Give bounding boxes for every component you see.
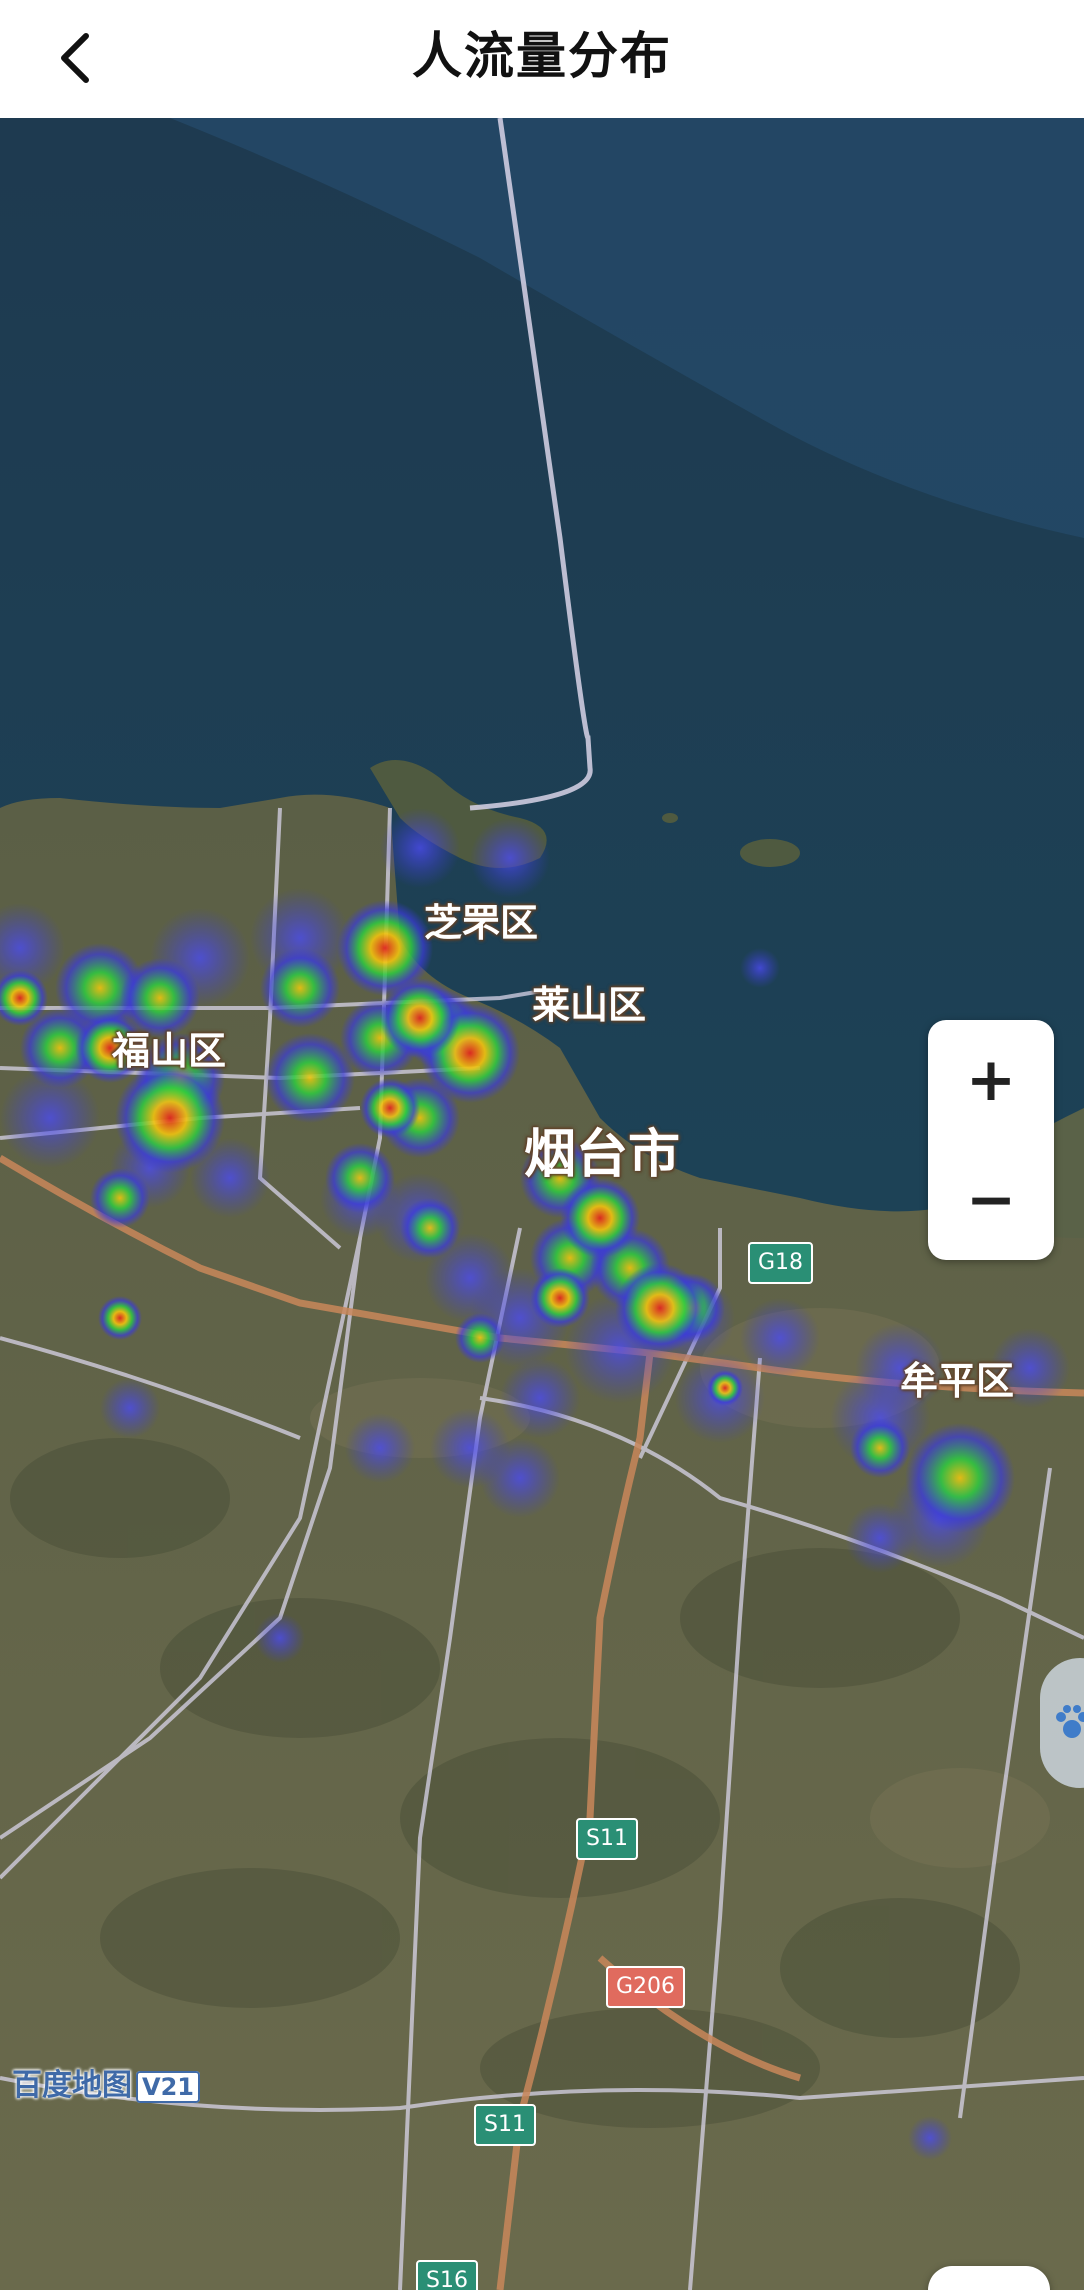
map-base (0, 118, 1084, 2290)
label-zhifu-district: 芝罘区 (424, 901, 539, 945)
label-fushan-district: 福山区 (112, 1029, 227, 1073)
road-shield-g206: G206 (606, 1966, 686, 2008)
zoom-out-button[interactable]: − (928, 1140, 1054, 1260)
road-shield-g18: G18 (748, 1242, 814, 1284)
side-float-tab[interactable] (1040, 1658, 1084, 1788)
watermark-brand: 百度地图 (12, 2068, 132, 2103)
label-muping-district: 牟平区 (900, 1359, 1015, 1403)
label-yantai-city: 烟台市 (524, 1125, 681, 1185)
locate-me-button[interactable] (928, 2266, 1050, 2290)
road-shield-s16: S16 (416, 2260, 478, 2290)
page-title: 人流量分布 (412, 27, 672, 85)
road-shield-s11: S11 (576, 1818, 638, 1860)
zoom-control: + − (928, 1020, 1054, 1260)
heatmap-map[interactable]: 芝罘区 莱山区 福山区 烟台市 牟平区 G18 S11 G206 S11 S16… (0, 118, 1084, 2290)
map-provider-watermark: 百度地图 V21 (12, 2066, 200, 2106)
road-shield-s11-lower: S11 (474, 2104, 536, 2146)
zoom-in-button[interactable]: + (928, 1020, 1054, 1140)
label-laishan-district: 莱山区 (532, 983, 647, 1027)
app-header: 人流量分布 (0, 0, 1084, 118)
paw-icon (1056, 1705, 1084, 1738)
watermark-version: V21 (136, 2071, 200, 2103)
